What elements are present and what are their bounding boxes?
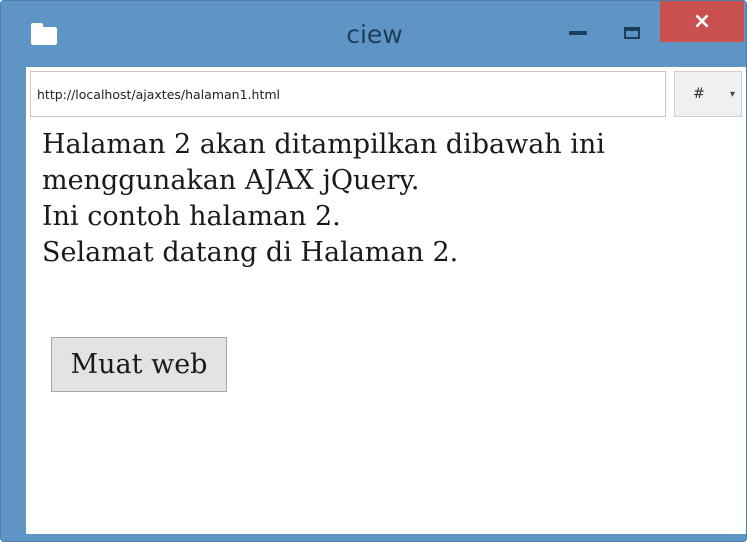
close-icon: × — [692, 8, 712, 34]
text-line: Halaman 2 akan ditampilkan dibawah ini — [42, 129, 605, 160]
anchor-value: # — [693, 86, 705, 102]
anchor-dropdown[interactable]: # ▾ — [674, 71, 742, 117]
browser-window: ciew × # ▾ Halaman 2 akan ditampilkan di… — [0, 0, 747, 542]
maximize-icon — [624, 27, 640, 39]
minimize-button[interactable] — [553, 11, 603, 55]
text-line: menggunakan AJAX jQuery. — [42, 165, 420, 196]
address-input[interactable] — [30, 71, 666, 117]
chevron-down-icon: ▾ — [729, 88, 735, 100]
text-line: Ini contoh halaman 2. — [42, 201, 341, 232]
text-line: Selamat datang di Halaman 2. — [42, 237, 459, 268]
page-text: Halaman 2 akan ditampilkan dibawah ini m… — [42, 127, 742, 271]
minimize-icon — [569, 31, 587, 35]
maximize-button[interactable] — [605, 11, 659, 55]
app-window-icon — [31, 23, 57, 45]
load-web-button[interactable]: Muat web — [51, 337, 227, 392]
title-bar[interactable]: ciew × — [1, 1, 746, 67]
browser-content: # ▾ Halaman 2 akan ditampilkan dibawah i… — [26, 67, 746, 534]
close-button[interactable]: × — [660, 1, 744, 42]
